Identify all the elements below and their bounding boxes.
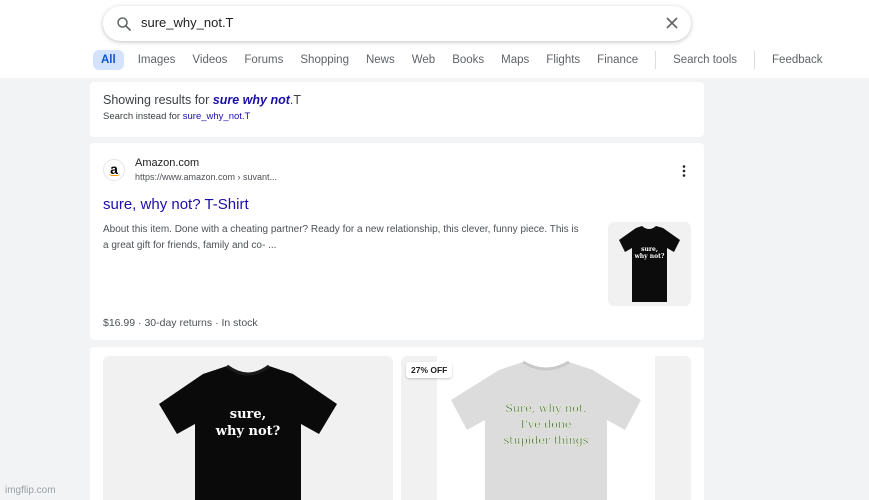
discount-badge: 27% OFF [406,362,453,378]
tab-forums[interactable]: Forums [244,54,283,66]
tshirt-text-line3: stupider things [504,434,589,447]
amazon-smile-icon [109,173,120,176]
tab-maps[interactable]: Maps [501,54,529,66]
image-result-white-tshirt[interactable]: Sure, why not. I've done stupider things… [401,356,691,500]
search-tabs: All Images Videos Forums Shopping News W… [93,49,840,71]
thumb-text-line1: sure, [641,246,658,253]
tab-all[interactable]: All [93,50,124,70]
search-tools-button[interactable]: Search tools [673,54,737,66]
tab-web[interactable]: Web [412,54,435,66]
search-box[interactable]: sure_why_not.T [103,6,691,41]
result-thumbnail[interactable]: sure, why not? [608,222,691,306]
search-instead-line: Search instead for sure_why_not.T [103,111,250,122]
tab-videos[interactable]: Videos [192,54,227,66]
white-tshirt-image: Sure, why not. I've done stupider things [451,360,641,500]
search-instead-prefix: Search instead for [103,111,183,122]
showing-results-line: Showing results for sure why not.T [103,93,301,107]
result-price-line: $16.99 · 30-day returns · In stock [103,317,258,329]
tshirt-thumbnail-icon: sure, why not? [619,226,680,302]
tshirt-text-line2: why not? [215,424,281,439]
result-snippet: About this item. Done with a cheating pa… [103,224,579,251]
search-icon[interactable] [115,15,133,33]
tab-shopping[interactable]: Shopping [300,54,349,66]
tshirt-text-line1: sure, [230,407,266,422]
tab-news[interactable]: News [366,54,395,66]
corrected-query-suffix: .T [289,93,301,107]
black-tshirt-image: sure, why not? [159,364,337,500]
corrected-query-link[interactable]: sure why not [213,93,290,107]
tab-flights[interactable]: Flights [546,54,580,66]
result-title-link[interactable]: sure, why not? T-Shirt [103,196,249,213]
more-options-icon[interactable] [682,165,686,177]
image-result-black-tshirt[interactable]: sure, why not? [103,356,393,500]
tshirt-text-line2: I've done [521,418,572,431]
feedback-link[interactable]: Feedback [772,54,823,66]
imgflip-watermark: imgflip.com [5,485,56,496]
tab-finance[interactable]: Finance [597,54,638,66]
tabs-divider [655,51,657,69]
tab-books[interactable]: Books [452,54,484,66]
search-header: sure_why_not.T All Images Videos Forums … [0,0,869,78]
result-site-name[interactable]: Amazon.com [135,157,199,169]
showing-results-prefix: Showing results for [103,93,213,107]
spelling-correction-card: Showing results for sure why not.T Searc… [90,82,704,137]
search-result-card: a Amazon.com https://www.amazon.com › su… [90,143,704,340]
image-results-card: sure, why not? Sure, why not. I've done … [90,347,704,500]
tabs-divider [754,51,756,69]
amazon-logo-icon: a [103,159,125,181]
original-query-link[interactable]: sure_why_not.T [183,111,251,122]
thumb-text-line2: why not? [634,253,665,260]
tshirt-text-line1: Sure, why not. [505,402,586,415]
search-input[interactable]: sure_why_not.T [141,15,234,30]
tab-images[interactable]: Images [138,54,176,66]
white-tshirt-background: Sure, why not. I've done stupider things [437,356,655,500]
result-site-url[interactable]: https://www.amazon.com › suvant... [135,172,277,182]
close-icon[interactable] [665,16,679,30]
